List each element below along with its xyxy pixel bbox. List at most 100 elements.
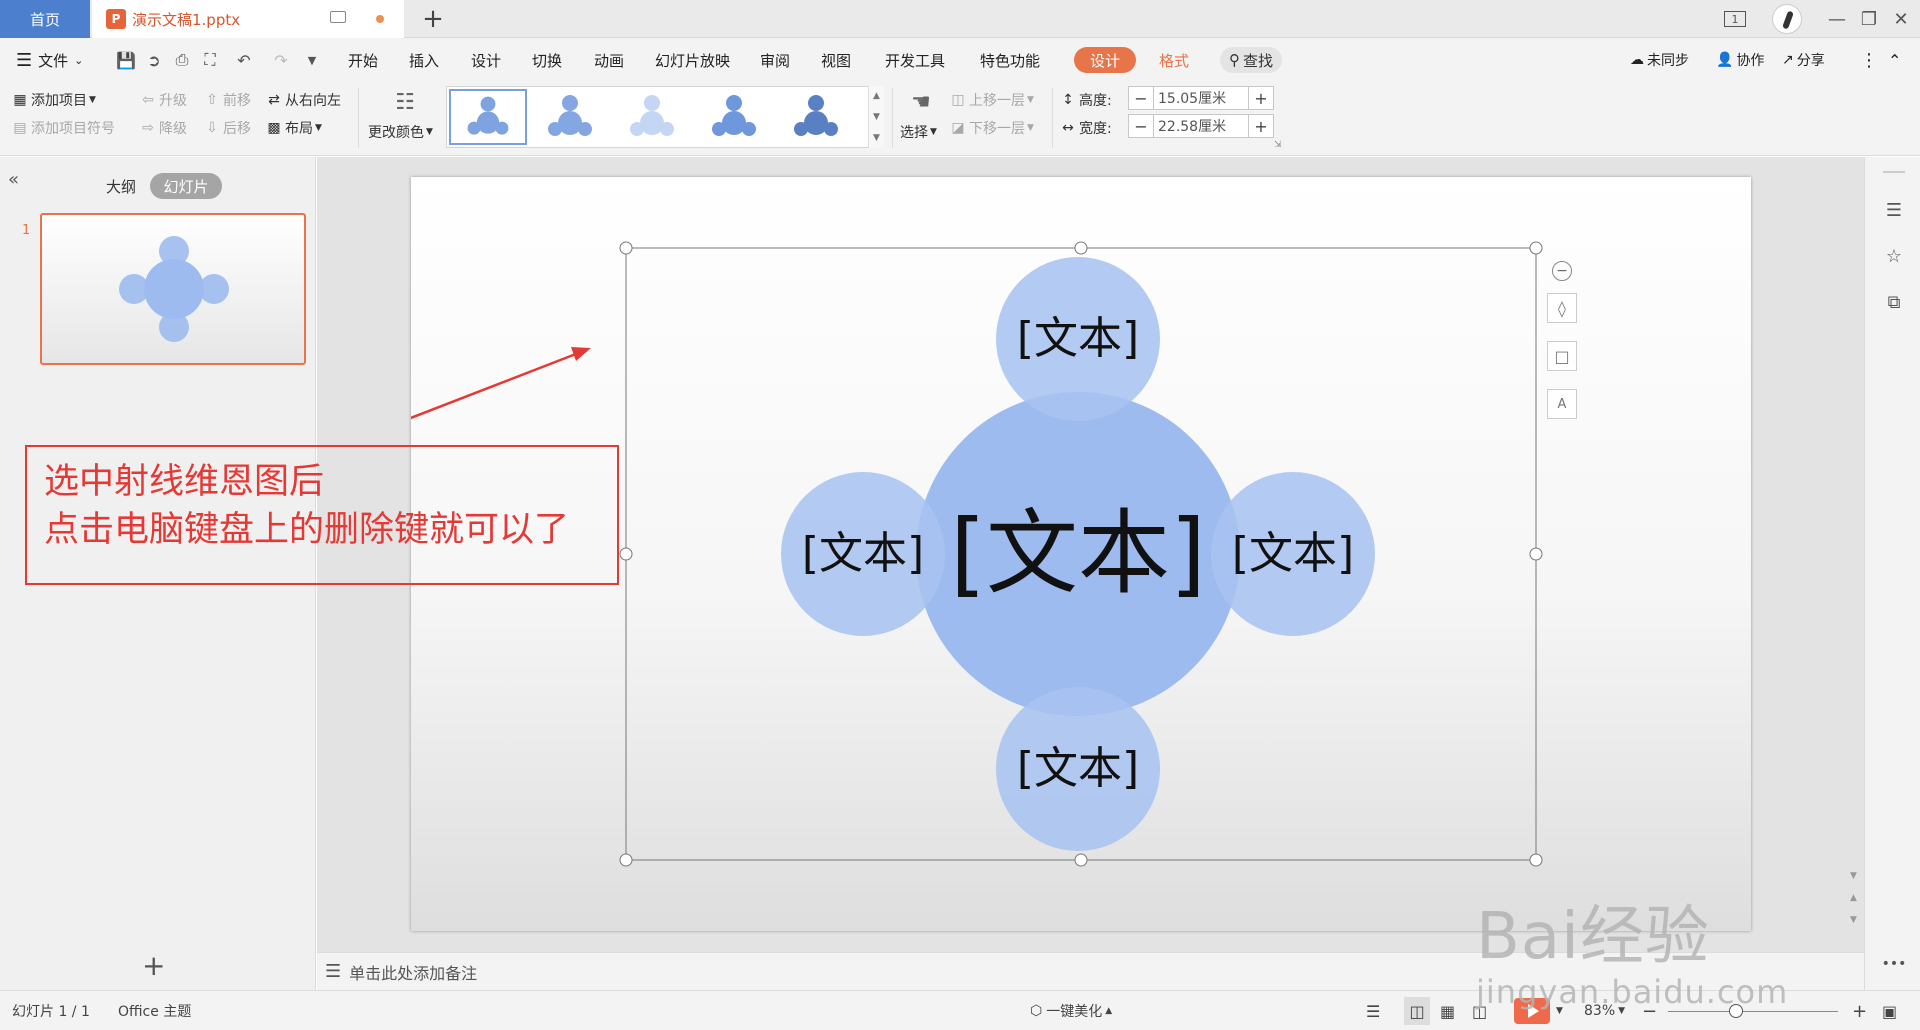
height-stepper[interactable]: − 15.05厘米 +: [1128, 86, 1274, 110]
top-circle-text[interactable]: [文本]: [998, 313, 1158, 365]
redo-icon[interactable]: ↷: [270, 50, 292, 70]
tab-transition[interactable]: 切换: [532, 38, 562, 82]
tab-insert[interactable]: 插入: [409, 38, 439, 82]
collapse-ribbon-icon[interactable]: ⌃: [1888, 38, 1901, 82]
file-menu[interactable]: ☰ 文件 ⌄: [16, 38, 83, 82]
undo-icon[interactable]: ↶: [232, 50, 256, 70]
notes-toggle-icon[interactable]: ☰: [1366, 991, 1380, 1030]
close-icon[interactable]: ✕: [1886, 6, 1916, 32]
avatar[interactable]: [1772, 4, 1802, 34]
vertical-scrollbar[interactable]: ▼ ▲ ▼: [1848, 157, 1862, 952]
height-input[interactable]: 15.05厘米: [1153, 87, 1249, 109]
tab-slideshow[interactable]: 幻灯片放映: [655, 38, 730, 82]
style-option-5[interactable]: [777, 89, 855, 145]
print-preview-icon[interactable]: ⛶: [200, 50, 220, 70]
change-color-icon[interactable]: ☷: [390, 88, 420, 116]
more-tools-icon[interactable]: •••: [1882, 953, 1907, 975]
height-increase-button[interactable]: +: [1249, 87, 1273, 109]
properties-icon[interactable]: ☰: [1883, 199, 1905, 221]
demote-button[interactable]: ⇨ 降级: [140, 118, 187, 138]
search-button[interactable]: ⚲ 查找: [1220, 47, 1282, 73]
sync-status[interactable]: ☁ 未同步: [1630, 38, 1689, 82]
width-stepper[interactable]: − 22.58厘米 +: [1128, 114, 1274, 138]
style-option-2[interactable]: [531, 89, 609, 145]
gallery-scroll[interactable]: ▲ ▼ ▼: [868, 86, 884, 148]
select-button[interactable]: 选择 ▼: [900, 122, 937, 142]
normal-view-icon[interactable]: ◫: [1404, 997, 1430, 1025]
collaborate-button[interactable]: 👤 协作: [1716, 38, 1764, 82]
change-color-button[interactable]: 更改颜色 ▼: [368, 122, 433, 142]
gallery-expand-icon[interactable]: ▼: [873, 133, 880, 143]
tab-smartart-design[interactable]: 设计: [1074, 47, 1136, 73]
right-circle-text[interactable]: [文本]: [1213, 528, 1373, 580]
tab-animation[interactable]: 动画: [594, 38, 624, 82]
quick-access-dropdown-icon[interactable]: ▼: [304, 50, 320, 70]
text-effects-icon[interactable]: A: [1547, 389, 1577, 419]
notes-placeholder[interactable]: 单击此处添加备注: [349, 960, 477, 984]
send-backward-button[interactable]: ◪ 下移一层 ▼: [950, 118, 1034, 138]
tab-outline[interactable]: 大纲: [96, 173, 146, 199]
add-bullet-button[interactable]: ▤ 添加项目符号: [12, 118, 115, 138]
height-decrease-button[interactable]: −: [1129, 87, 1153, 109]
tab-slides[interactable]: 幻灯片: [150, 173, 222, 199]
style-option-1[interactable]: [449, 89, 527, 145]
tab-special-features[interactable]: 特色功能: [980, 38, 1040, 82]
move-backward-button[interactable]: ⇩ 后移: [204, 118, 251, 138]
transition-icon[interactable]: ⧉: [1883, 291, 1905, 313]
next-slide-icon[interactable]: ▼: [1850, 915, 1857, 925]
restore-icon[interactable]: ❐: [1854, 6, 1884, 32]
width-increase-button[interactable]: +: [1249, 115, 1273, 137]
layout-button[interactable]: ▩ 布局 ▼: [266, 118, 322, 138]
scroll-down-icon[interactable]: ▼: [873, 112, 880, 122]
width-input[interactable]: 22.58厘米: [1153, 115, 1249, 137]
right-to-left-button[interactable]: ⇄ 从右向左: [266, 90, 341, 110]
add-item-button[interactable]: ▦ 添加项目 ▼: [12, 90, 96, 110]
annotation-line-2: 点击电脑键盘上的删除键就可以了: [44, 510, 570, 550]
prev-slide-icon[interactable]: ▲: [1850, 893, 1857, 903]
print-icon[interactable]: ⎙: [172, 50, 192, 70]
bottom-circle-text[interactable]: [文本]: [998, 743, 1158, 795]
more-options-icon[interactable]: ⋮: [1860, 38, 1878, 82]
format-painter-icon[interactable]: ➲: [144, 50, 164, 70]
tab-developer[interactable]: 开发工具: [885, 38, 945, 82]
home-tab[interactable]: 首页: [0, 0, 90, 38]
tab-review[interactable]: 审阅: [760, 38, 790, 82]
tab-home[interactable]: 开始: [348, 38, 378, 82]
collapse-quick-tools-icon[interactable]: −: [1552, 261, 1572, 281]
beautify-button[interactable]: ⬡ 一键美化 ▲: [1030, 991, 1112, 1030]
move-forward-button[interactable]: ⇧ 前移: [204, 90, 251, 110]
shape-outline-icon[interactable]: □: [1547, 341, 1577, 371]
save-icon[interactable]: 💾: [116, 50, 136, 70]
tab-design[interactable]: 设计: [471, 38, 501, 82]
bring-forward-button[interactable]: ◫ 上移一层 ▼: [950, 90, 1034, 110]
tab-format[interactable]: 格式: [1159, 38, 1189, 82]
new-tab-button[interactable]: +: [418, 4, 448, 34]
animation-star-icon[interactable]: ☆: [1883, 245, 1905, 267]
size-dialog-launcher-icon[interactable]: ⇲: [1274, 140, 1282, 150]
collapse-panel-icon[interactable]: «: [8, 169, 19, 190]
share-button[interactable]: ↗ 分享: [1782, 38, 1825, 82]
window-count-badge[interactable]: 1: [1722, 6, 1748, 32]
theme-name[interactable]: Office 主题: [118, 991, 191, 1030]
left-circle-text[interactable]: [文本]: [783, 528, 943, 580]
style-option-3[interactable]: [613, 89, 691, 145]
monitor-icon[interactable]: [330, 11, 346, 23]
width-label: ↔ 宽度:: [1060, 118, 1112, 138]
scroll-up-icon[interactable]: ▲: [873, 91, 880, 101]
shape-fill-icon[interactable]: ◊: [1547, 293, 1577, 323]
document-tab[interactable]: P 演示文稿1.pptx: [92, 0, 404, 38]
zoom-in-icon[interactable]: +: [1852, 991, 1867, 1030]
select-pointer-icon[interactable]: ☚: [906, 88, 936, 116]
promote-button[interactable]: ⇦ 升级: [140, 90, 187, 110]
slide-sorter-icon[interactable]: ▦: [1440, 991, 1455, 1030]
scroll-down-icon[interactable]: ▼: [1850, 871, 1857, 881]
style-option-4[interactable]: [695, 89, 773, 145]
add-slide-icon[interactable]: +: [142, 949, 165, 982]
center-circle-text[interactable]: [文本]: [938, 502, 1218, 606]
tab-view[interactable]: 视图: [821, 38, 851, 82]
slide-thumbnail[interactable]: [40, 213, 306, 365]
fit-to-window-icon[interactable]: ▣: [1882, 991, 1897, 1030]
ribbon-divider: [892, 88, 893, 148]
width-decrease-button[interactable]: −: [1129, 115, 1153, 137]
minimize-icon[interactable]: —: [1822, 6, 1852, 32]
